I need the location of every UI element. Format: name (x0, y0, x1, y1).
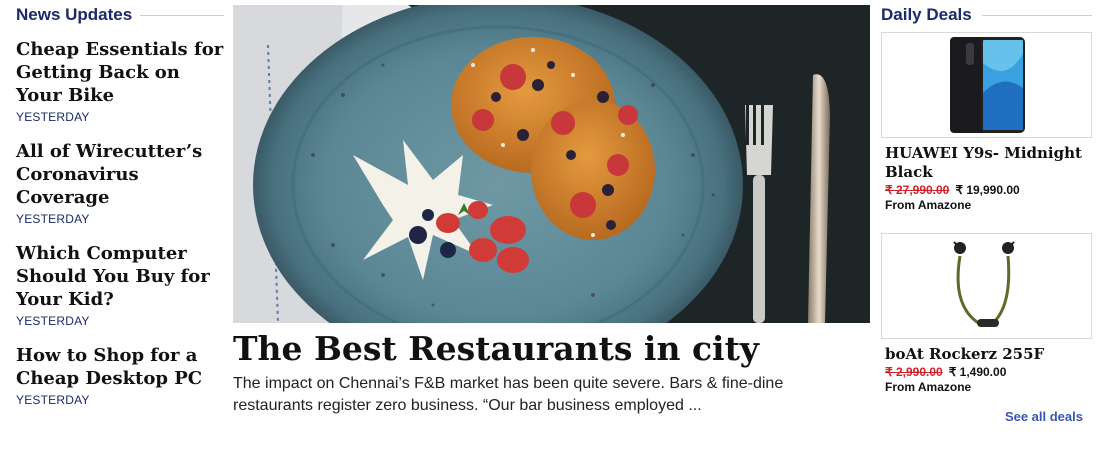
deal-product-image[interactable] (881, 32, 1092, 138)
deal-old-price: ₹ 27,990.00 (885, 183, 950, 197)
daily-deals-header: Daily Deals (881, 4, 1092, 26)
deal-product-name[interactable]: boAt Rockerz 255F (881, 345, 1092, 364)
featured-article-excerpt: The impact on Chennai’s F&B market has b… (233, 375, 784, 414)
deal-price-row: ₹ 27,990.00 ₹ 19,990.00 (881, 182, 1092, 198)
news-item[interactable]: Cheap Essentials for Getting Back on You… (16, 38, 224, 124)
news-timestamp: YESTERDAY (16, 110, 90, 124)
deal-item[interactable]: boAt Rockerz 255F ₹ 2,990.00 ₹ 1,490.00 F… (881, 233, 1092, 394)
news-updates-header: News Updates (16, 4, 224, 26)
deal-new-price: ₹ 19,990.00 (955, 183, 1020, 197)
news-item[interactable]: How to Shop for a Cheap Desktop PC YESTE… (16, 344, 224, 407)
news-title-link[interactable]: Which Computer Should You Buy for Your K… (16, 242, 224, 311)
news-title-link[interactable]: Cheap Essentials for Getting Back on You… (16, 38, 224, 107)
deal-price-row: ₹ 2,990.00 ₹ 1,490.00 (881, 364, 1092, 380)
news-timestamp: YESTERDAY (16, 393, 90, 407)
news-updates-section: News Updates Cheap Essentials for Gettin… (16, 4, 224, 407)
news-item[interactable]: All of Wirecutter’s Coronavirus Coverage… (16, 140, 224, 226)
news-timestamp: YESTERDAY (16, 212, 90, 226)
deal-source: From Amazone (885, 198, 972, 212)
smartphone-image (950, 37, 1025, 133)
news-title-link[interactable]: How to Shop for a Cheap Desktop PC (16, 344, 224, 390)
deal-product-image[interactable] (881, 233, 1092, 339)
news-title-link[interactable]: All of Wirecutter’s Coronavirus Coverage (16, 140, 224, 209)
deal-old-price: ₹ 2,990.00 (885, 365, 943, 379)
deal-source: From Amazone (885, 380, 972, 394)
deal-product-name[interactable]: HUAWEI Y9s- Midnight Black (881, 144, 1092, 182)
pancake-plate-photo (233, 5, 870, 323)
deal-item[interactable]: HUAWEI Y9s- Midnight Black ₹ 27,990.00 ₹ … (881, 32, 1092, 212)
daily-deals-heading: Daily Deals (881, 5, 972, 24)
news-item[interactable]: Which Computer Should You Buy for Your K… (16, 242, 224, 328)
featured-article-title[interactable]: The Best Restaurants in city (233, 328, 873, 370)
news-updates-heading: News Updates (16, 5, 133, 24)
news-timestamp: YESTERDAY (16, 314, 90, 328)
deal-new-price: ₹ 1,490.00 (948, 365, 1007, 379)
see-all-deals-link[interactable]: See all deals (1005, 409, 1083, 424)
header-divider (140, 14, 224, 16)
earphones-image (953, 241, 1015, 327)
featured-article-image[interactable] (233, 5, 870, 323)
daily-deals-section: Daily Deals HUAWEI Y9s- Midnight Black ₹… (881, 4, 1092, 394)
header-divider (981, 14, 1092, 16)
